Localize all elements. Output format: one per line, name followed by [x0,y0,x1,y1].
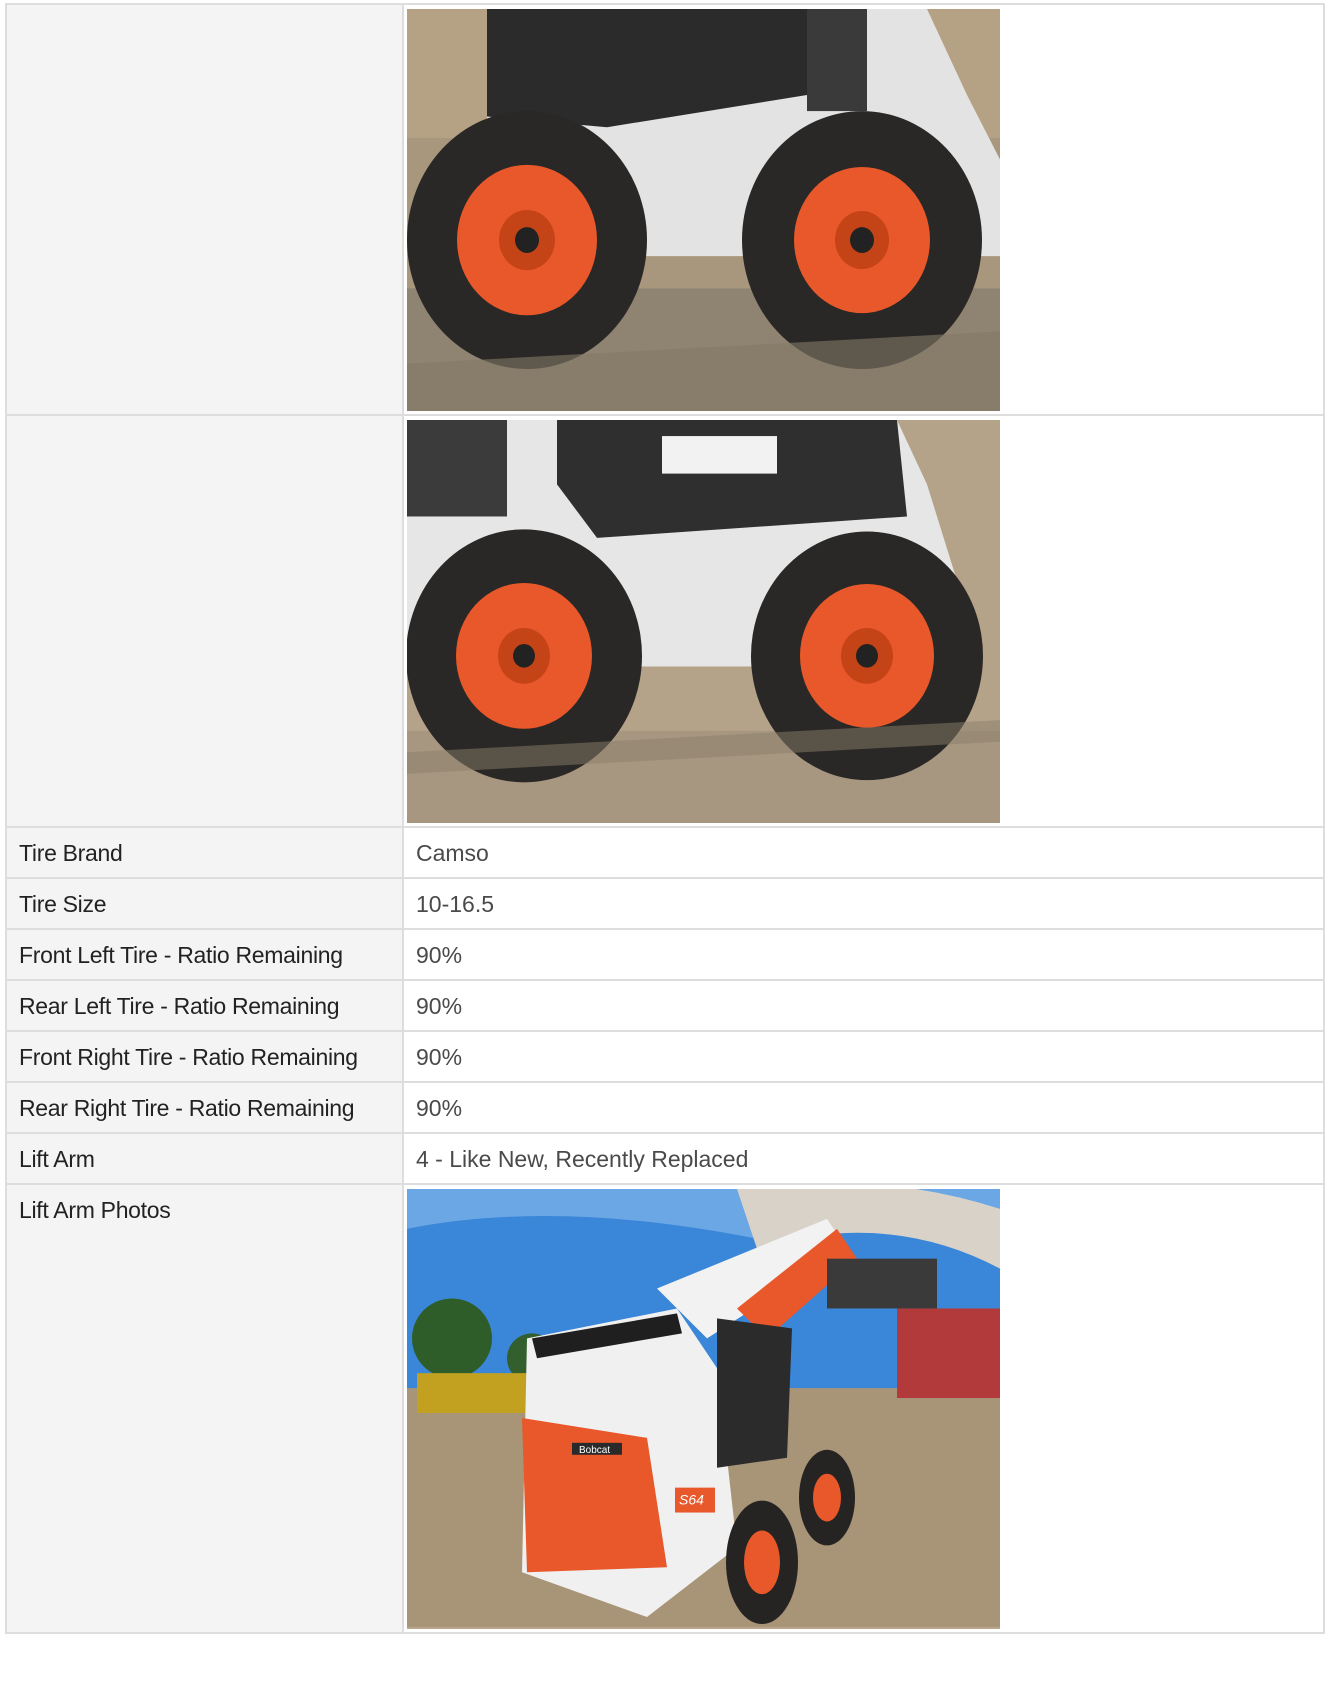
skid-steer-right-side-tires-photo[interactable] [407,420,1000,823]
lift-arm-label: Lift Arm [19,1146,95,1172]
row-label-cell [5,3,404,416]
row-label-cell: Lift Arm [5,1132,404,1185]
bobcat-logo-text: Bobcat [579,1445,610,1456]
row-label-cell: Tire Size [5,877,404,930]
row-value-cell: Camso [402,826,1325,879]
lift-arm-photos-label: Lift Arm Photos [19,1197,171,1223]
row-label [7,416,402,430]
table-row: Rear Left Tire - Ratio Remaining 90% [5,979,1325,1032]
row-label-cell: Rear Right Tire - Ratio Remaining [5,1081,404,1134]
table-row [5,414,1325,828]
table-row: Rear Right Tire - Ratio Remaining 90% [5,1081,1325,1134]
row-label-cell: Rear Left Tire - Ratio Remaining [5,979,404,1032]
row-value-cell [402,3,1325,416]
row-value-cell: 90% [402,928,1325,981]
table-row [5,3,1325,416]
row-value-cell: 4 - Like New, Recently Replaced [402,1132,1325,1185]
row-value-cell: 90% [402,1030,1325,1083]
rear-left-tire-label: Rear Left Tire - Ratio Remaining [19,993,340,1019]
row-label [7,5,402,19]
tire-brand-label: Tire Brand [19,840,123,866]
row-label-cell: Front Left Tire - Ratio Remaining [5,928,404,981]
row-value-cell: Bobcat S64 [402,1183,1325,1634]
table-row: Front Left Tire - Ratio Remaining 90% [5,928,1325,981]
lift-arm-value: 4 - Like New, Recently Replaced [416,1146,749,1172]
row-value-cell: 90% [402,1081,1325,1134]
table-row: Lift Arm 4 - Like New, Recently Replaced [5,1132,1325,1185]
spec-table-container: Tire Brand Camso Tire Size 10-16.5 Front… [5,3,1325,1634]
row-value-cell: 10-16.5 [402,877,1325,930]
row-label-cell: Front Right Tire - Ratio Remaining [5,1030,404,1083]
table-row: Front Right Tire - Ratio Remaining 90% [5,1030,1325,1083]
rear-right-tire-label: Rear Right Tire - Ratio Remaining [19,1095,355,1121]
row-label-cell: Lift Arm Photos [5,1183,404,1634]
equipment-spec-table: Tire Brand Camso Tire Size 10-16.5 Front… [5,3,1325,1634]
table-row: Tire Size 10-16.5 [5,877,1325,930]
tire-brand-value: Camso [416,840,489,866]
row-label-cell [5,414,404,828]
bobcat-image: Bobcat S64 [407,1189,1000,1627]
table-row: Tire Brand Camso [5,826,1325,879]
skid-steer-left-side-tires-photo[interactable] [407,9,1000,411]
front-left-tire-value: 90% [416,942,463,968]
front-right-tire-label: Front Right Tire - Ratio Remaining [19,1044,358,1070]
row-label-cell: Tire Brand [5,826,404,879]
front-right-tire-value: 90% [416,1044,463,1070]
tire-size-value: 10-16.5 [416,891,495,917]
model-label-text: S64 [679,1492,704,1508]
tire-size-label: Tire Size [19,891,107,917]
front-left-tire-label: Front Left Tire - Ratio Remaining [19,942,343,968]
row-value-cell [402,414,1325,828]
bobcat-lift-arm-photo[interactable]: Bobcat S64 [407,1189,1000,1629]
table-row: Lift Arm Photos Bobcat S64 [5,1183,1325,1634]
rear-right-tire-value: 90% [416,1095,463,1121]
tires-image [407,420,1000,823]
tires-image [407,9,1000,411]
row-value-cell: 90% [402,979,1325,1032]
rear-left-tire-value: 90% [416,993,463,1019]
